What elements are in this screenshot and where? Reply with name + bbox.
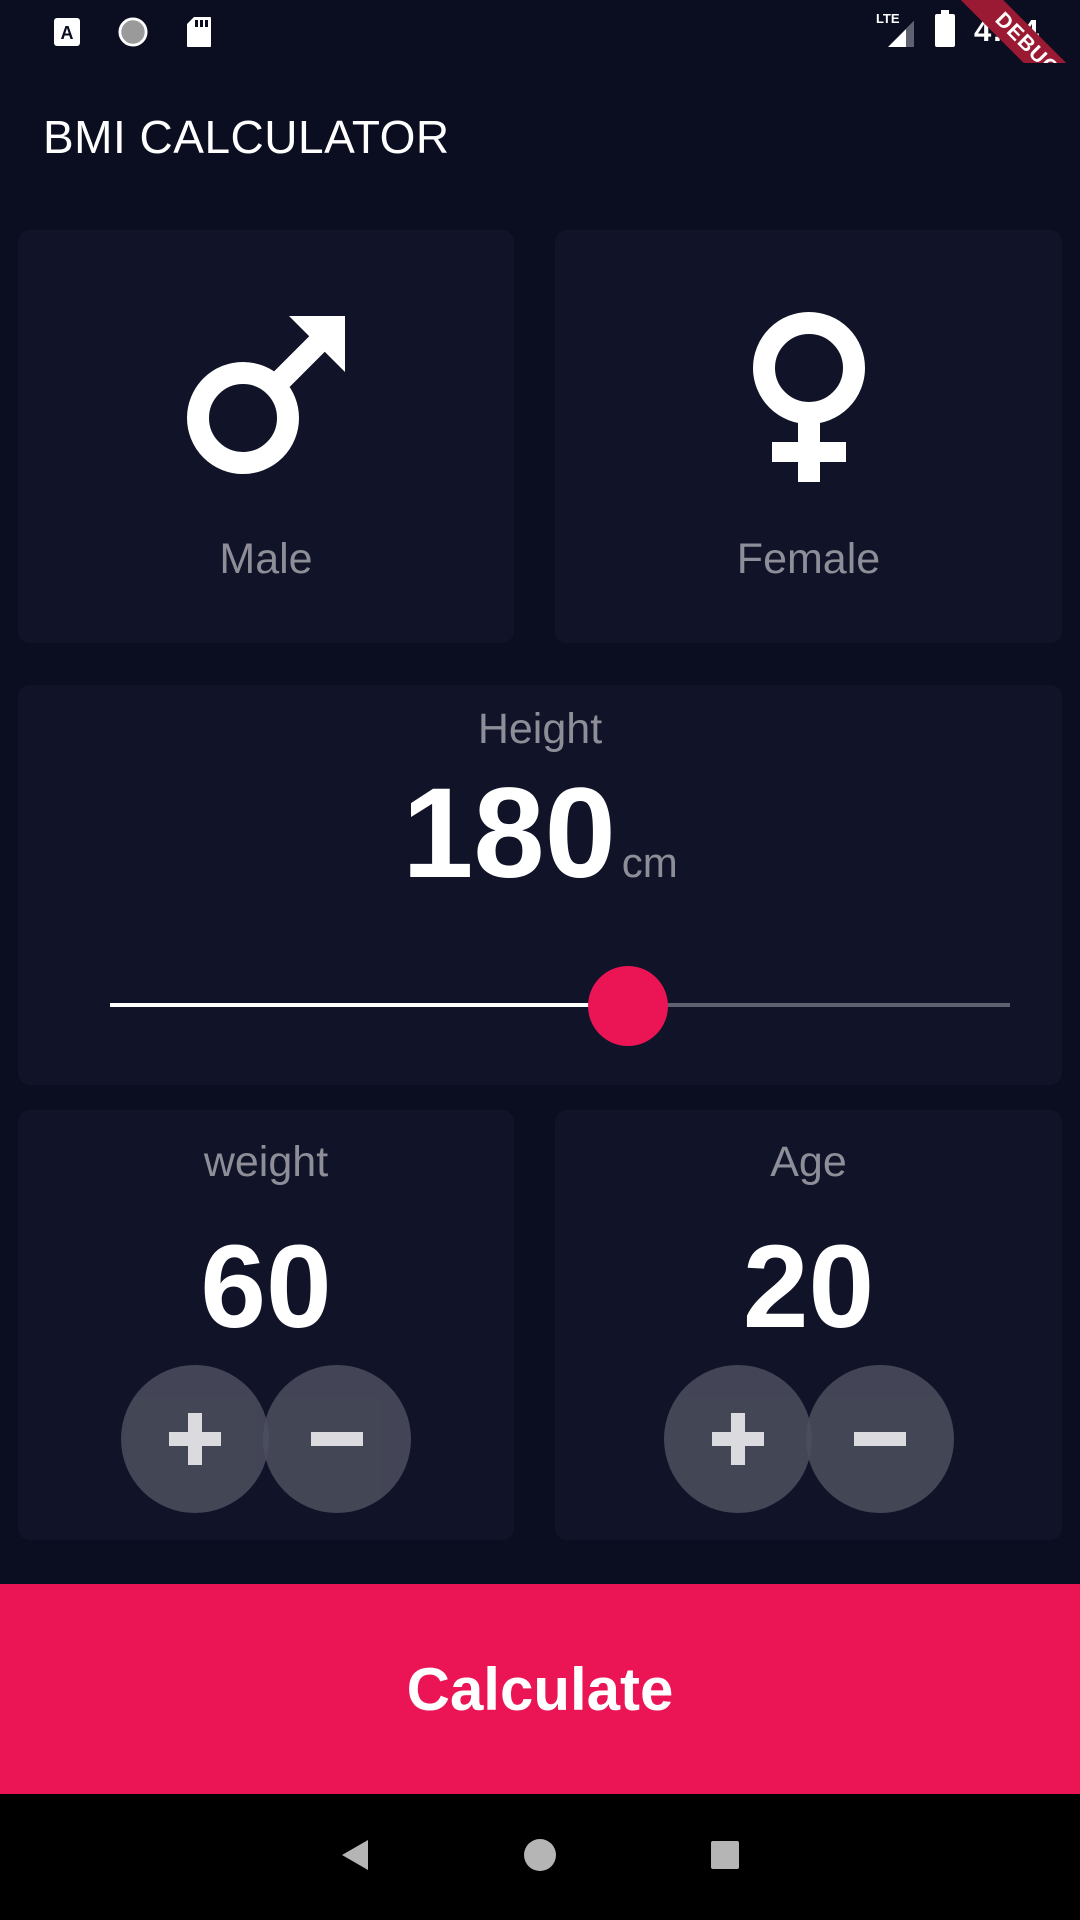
weight-plus-button[interactable] xyxy=(121,1365,269,1513)
back-icon[interactable] xyxy=(338,1838,372,1877)
calculate-button[interactable]: Calculate xyxy=(0,1584,1080,1794)
age-buttons xyxy=(555,1365,1062,1513)
age-card: Age 20 xyxy=(555,1110,1062,1540)
weight-label: weight xyxy=(203,1138,329,1186)
height-value: 180 xyxy=(402,762,616,905)
recents-icon[interactable] xyxy=(708,1838,742,1877)
female-label: Female xyxy=(736,535,881,583)
plus-icon xyxy=(169,1413,221,1465)
app-title: BMI CALCULATOR xyxy=(43,111,450,163)
age-label: Age xyxy=(770,1138,847,1186)
lte-signal-icon: LTE xyxy=(876,11,916,49)
age-minus-button[interactable] xyxy=(805,1365,954,1513)
weight-minus-button[interactable] xyxy=(263,1365,411,1513)
sd-card-icon xyxy=(184,17,214,47)
weight-buttons xyxy=(18,1365,514,1513)
minus-icon xyxy=(853,1432,906,1446)
slider-thumb[interactable] xyxy=(588,966,668,1046)
circle-icon xyxy=(118,17,148,47)
svg-text:A: A xyxy=(61,23,74,43)
status-bar: A LTE 4:24 DEBUG xyxy=(0,0,1080,137)
height-slider[interactable] xyxy=(92,966,1010,1046)
minus-icon xyxy=(311,1432,363,1446)
height-value-row: 180 cm xyxy=(18,770,1062,898)
app-bar: BMI CALCULATOR xyxy=(0,63,1080,213)
male-symbol-icon xyxy=(18,310,514,485)
notification-icons: A xyxy=(52,14,214,50)
height-label: Height xyxy=(477,705,603,753)
calculate-label: Calculate xyxy=(406,1655,674,1723)
slider-active-track xyxy=(110,1003,630,1007)
battery-icon xyxy=(934,9,956,53)
home-icon[interactable] xyxy=(522,1837,558,1878)
age-plus-button[interactable] xyxy=(663,1365,812,1513)
female-card[interactable]: Female xyxy=(555,230,1062,643)
male-label: Male xyxy=(219,535,313,583)
navigation-bar xyxy=(0,1794,1080,1920)
height-card: Height 180 cm xyxy=(18,685,1062,1085)
age-value: 20 xyxy=(742,1221,875,1353)
weight-value: 60 xyxy=(200,1221,332,1353)
weight-card: weight 60 xyxy=(18,1110,514,1540)
plus-icon xyxy=(711,1413,764,1465)
font-a-icon: A xyxy=(52,17,82,47)
bmi-screen: A LTE 4:24 DEBUG BMI CALCULATOR xyxy=(0,0,1080,1920)
female-symbol-icon xyxy=(555,310,1062,495)
slider-inactive-track xyxy=(630,1003,1010,1007)
male-card[interactable]: Male xyxy=(18,230,514,643)
height-unit: cm xyxy=(621,839,678,886)
